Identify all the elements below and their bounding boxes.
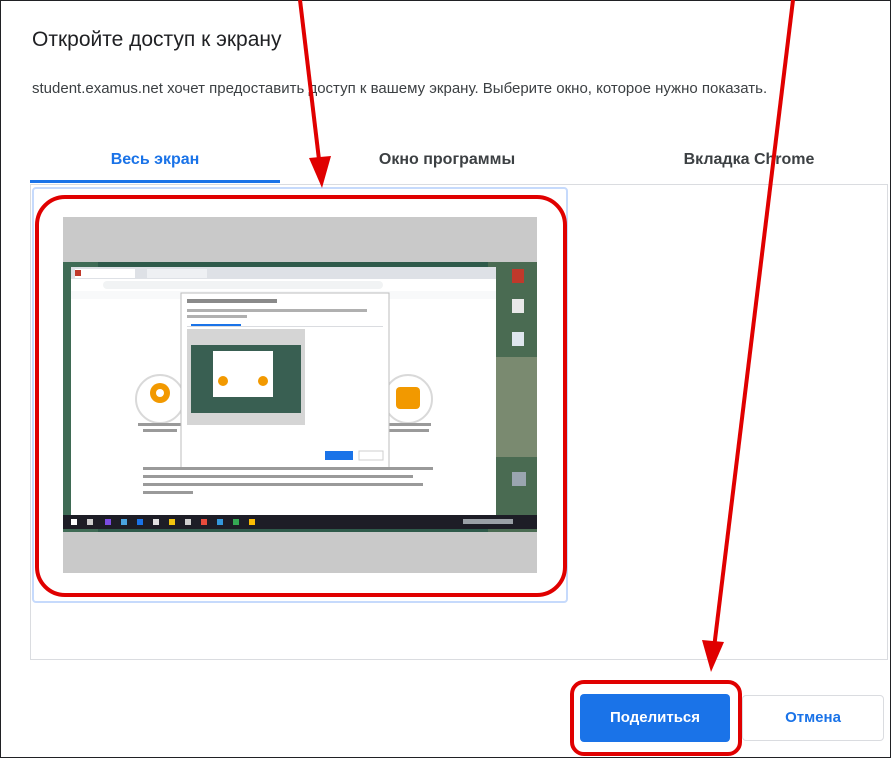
dialog-title: Откройте доступ к экрану: [32, 28, 282, 51]
tab-entire-screen[interactable]: Весь экран: [30, 143, 280, 183]
annotation-callout-share-button: [570, 680, 742, 756]
annotation-callout-thumbnail: [35, 195, 567, 597]
tab-application-window[interactable]: Окно программы: [312, 143, 582, 183]
dialog-description: student.examus.net хочет предоставить до…: [32, 80, 768, 97]
tab-chrome-tab[interactable]: Вкладка Chrome: [610, 143, 888, 183]
cancel-button[interactable]: Отмена: [742, 695, 884, 741]
tab-bar: Весь экран Окно программы Вкладка Chrome: [30, 143, 888, 185]
